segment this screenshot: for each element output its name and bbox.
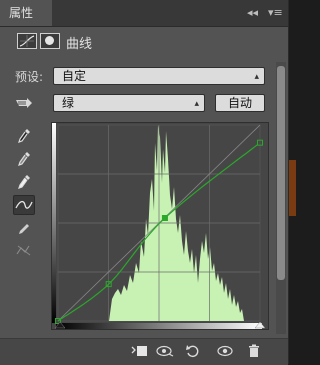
eyedropper-white-icon bbox=[18, 175, 30, 189]
input-gradient-bar bbox=[56, 323, 262, 329]
curve-wave-icon bbox=[15, 200, 33, 209]
view-previous-state-icon[interactable] bbox=[155, 344, 175, 362]
reset-icon[interactable] bbox=[185, 344, 201, 362]
clip-to-layer-icon[interactable] bbox=[130, 344, 148, 362]
targeted-adjustment-hand-icon[interactable] bbox=[13, 94, 37, 112]
curve-control-point bbox=[161, 215, 168, 222]
edit-points-tool[interactable] bbox=[13, 195, 35, 215]
scrollbar-thumb[interactable] bbox=[277, 66, 285, 280]
tab-properties[interactable]: 属性 bbox=[0, 0, 52, 26]
smooth-icon bbox=[16, 245, 31, 256]
preset-label: 预设: bbox=[15, 70, 44, 84]
output-gradient-bar bbox=[52, 123, 56, 323]
delete-trash-icon[interactable] bbox=[247, 344, 261, 362]
visibility-eye-icon[interactable] bbox=[216, 344, 234, 362]
pencil-tool[interactable] bbox=[13, 219, 35, 239]
sample-black-point-tool[interactable] bbox=[13, 126, 35, 146]
curves-adjustment-icon[interactable] bbox=[17, 33, 37, 49]
curves-graph[interactable] bbox=[51, 122, 269, 330]
sample-gray-point-tool[interactable] bbox=[13, 149, 35, 169]
updown-arrows-icon: ▴ bbox=[254, 72, 259, 82]
background-image-edge bbox=[289, 160, 296, 216]
pencil-icon bbox=[19, 224, 29, 234]
adjustment-title: 曲线 bbox=[66, 37, 93, 52]
panel-titlebar: 属性 ◂◂ ▾≡ bbox=[0, 0, 288, 27]
updown-arrows-icon: ▴ bbox=[194, 99, 199, 109]
channel-dropdown[interactable]: 绿 ▴ bbox=[53, 94, 205, 112]
preset-dropdown[interactable]: 自定 ▴ bbox=[53, 67, 265, 85]
properties-panel: 属性 ◂◂ ▾≡ 曲线 预设: 自定 ▴ 绿 ▴ 自动 bbox=[0, 0, 289, 365]
eyedropper-black-icon bbox=[18, 129, 30, 143]
smooth-curve-tool[interactable] bbox=[13, 240, 35, 260]
collapse-icon[interactable]: ◂◂ bbox=[247, 7, 258, 19]
sample-white-point-tool[interactable] bbox=[13, 172, 35, 192]
panel-menu-icon[interactable]: ▾≡ bbox=[268, 7, 283, 19]
auto-button[interactable]: 自动 bbox=[215, 94, 265, 112]
layer-mask-icon[interactable] bbox=[40, 33, 60, 49]
preset-value: 自定 bbox=[62, 69, 87, 83]
channel-value: 绿 bbox=[62, 96, 75, 110]
eyedropper-gray-icon bbox=[18, 152, 30, 166]
